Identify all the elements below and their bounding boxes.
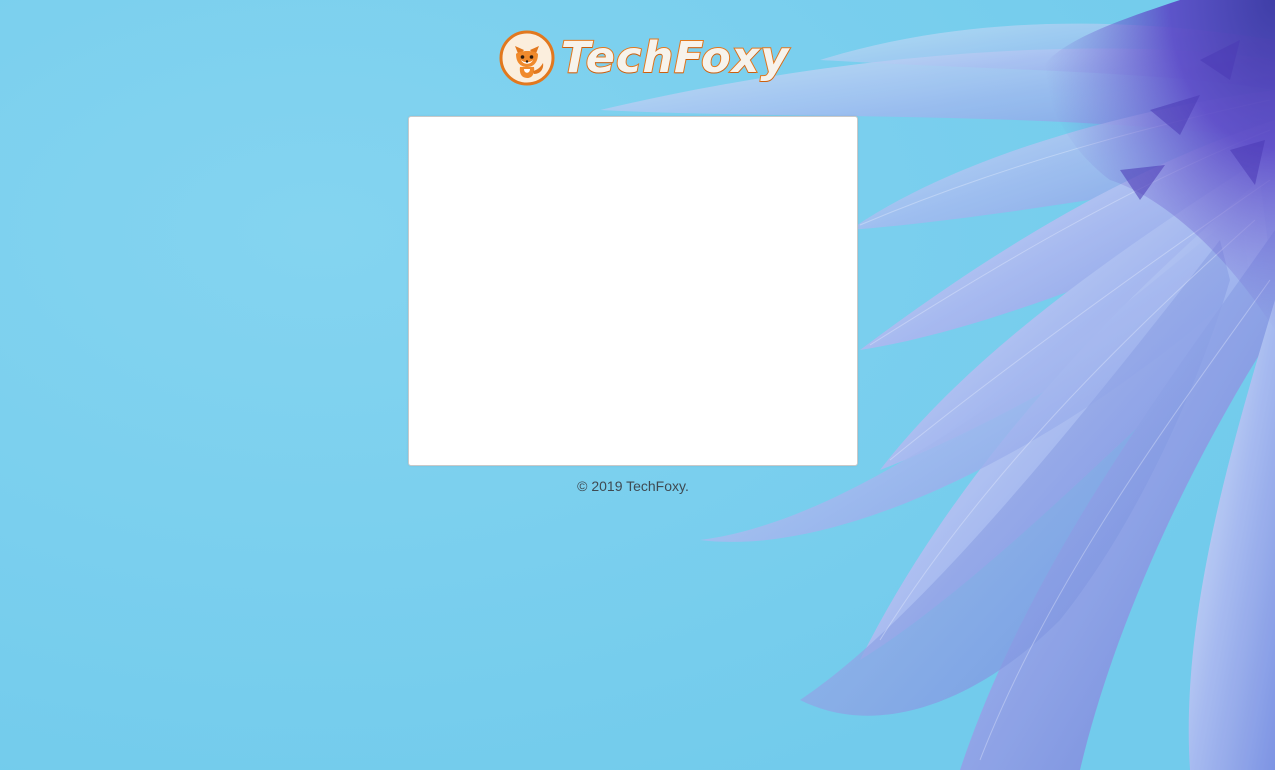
copyright-footer: © 2019 TechFoxy. — [577, 478, 689, 494]
techfoxy-logo[interactable]: TechFoxy — [499, 29, 789, 87]
brand-name: TechFoxy — [560, 32, 790, 83]
fox-mascot-icon — [499, 30, 555, 86]
content-card — [408, 116, 858, 466]
